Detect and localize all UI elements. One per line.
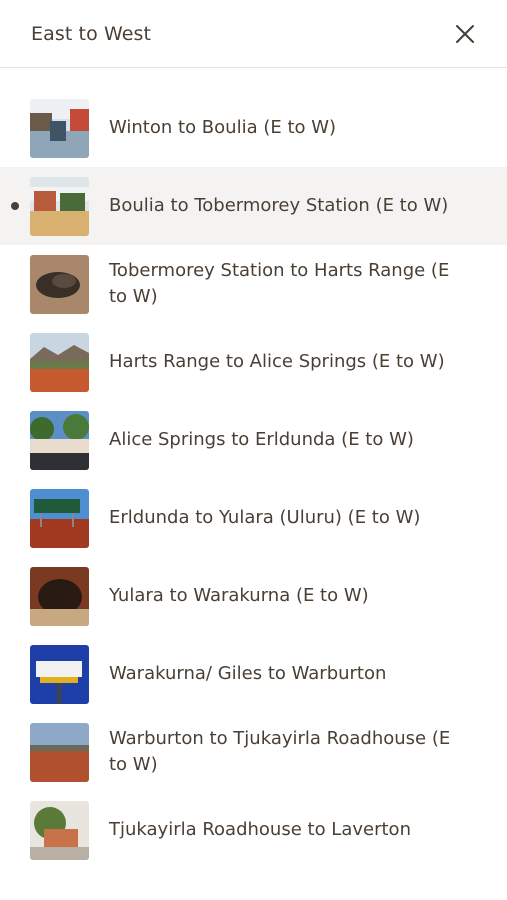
list-item-label: Winton to Boulia (E to W) [109,117,337,138]
list-item-label: Erldunda to Yulara (Uluru) (E to W) [109,507,421,528]
page-title: East to West [31,23,152,45]
thumbnail-image [30,411,89,470]
list-item-label: Warakurna/ Giles to Warburton [109,663,387,684]
list-item-label: Boulia to Tobermorey Station (E to W) [109,195,449,216]
thumbnail-image [30,177,89,236]
close-icon [456,25,474,43]
thumbnail-image [30,333,89,392]
header: East to West [0,0,507,68]
list-item[interactable]: Tjukayirla Roadhouse to Laverton [0,791,507,869]
thumbnail-image [30,723,89,782]
list-item[interactable]: Warburton to Tjukayirla Roadhouse (E to … [0,713,507,791]
route-list: Winton to Boulia (E to W) Boulia to Tobe… [0,89,507,869]
list-item[interactable]: Harts Range to Alice Springs (E to W) [0,323,507,401]
thumbnail-image [30,645,89,704]
list-item-label: Alice Springs to Erldunda (E to W) [109,429,414,450]
list-item[interactable]: Alice Springs to Erldunda (E to W) [0,401,507,479]
list-item-label: Tjukayirla Roadhouse to Laverton [109,819,411,840]
list-item-active[interactable]: Boulia to Tobermorey Station (E to W) [0,167,507,245]
thumbnail-image [30,489,89,548]
list-item[interactable]: Yulara to Warakurna (E to W) [0,557,507,635]
list-item-label: Yulara to Warakurna (E to W) [109,585,369,606]
thumbnail-image [30,801,89,860]
list-item[interactable]: Tobermorey Station to Harts Range (E to … [0,245,507,323]
thumbnail-image [30,567,89,626]
list-item[interactable]: Winton to Boulia (E to W) [0,89,507,167]
list-item-label: Harts Range to Alice Springs (E to W) [109,351,445,372]
list-item[interactable]: Warakurna/ Giles to Warburton [0,635,507,713]
list-item[interactable]: Erldunda to Yulara (Uluru) (E to W) [0,479,507,557]
current-indicator [11,202,19,210]
list-item-label: Tobermorey Station to Harts Range (E to … [109,260,450,307]
list-item-label: Warburton to Tjukayirla Roadhouse (E to … [109,728,451,775]
thumbnail-image [30,99,89,158]
close-button[interactable] [450,19,480,49]
thumbnail-image [30,255,89,314]
